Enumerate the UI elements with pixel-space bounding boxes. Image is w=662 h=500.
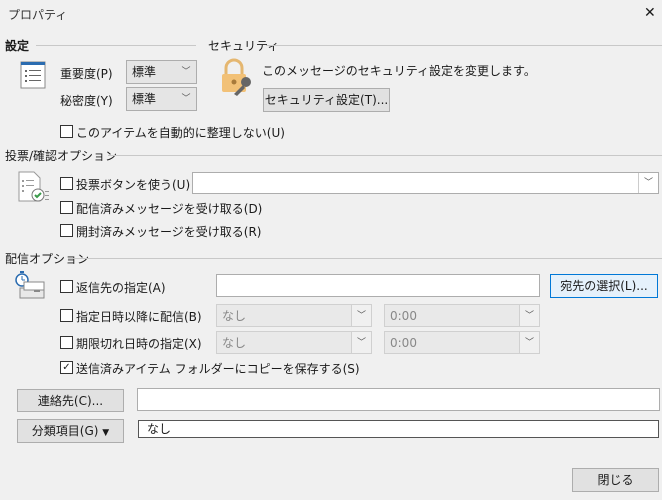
categories-input[interactable]: なし [138,420,659,438]
delivery-timer-icon [15,271,45,299]
properties-list-icon [20,61,46,89]
expire-date-select[interactable]: なし ﹀ [216,331,372,354]
expire-label: 期限切れ日時の指定(X) [76,337,202,351]
delivery-receipt-label: 配信済みメッセージを受け取る(D) [76,202,263,216]
reply-to-checkbox[interactable] [60,280,73,293]
chevron-down-icon: ﹀ [519,332,539,353]
contacts-input[interactable] [137,388,660,411]
sensitivity-label: 秘密度(Y) [60,94,113,108]
divider [36,45,196,46]
importance-label: 重要度(P) [60,67,113,81]
close-icon[interactable]: ✕ [644,5,656,21]
chevron-down-icon: ﹀ [638,173,658,193]
use-voting-checkbox[interactable] [60,177,73,190]
voting-buttons-combo[interactable]: ﹀ [192,172,659,194]
categories-button[interactable]: 分類項目(G) ▼ [17,419,124,443]
sensitivity-select[interactable]: 標準 ﹀ [126,87,197,111]
divider [266,45,662,46]
expire-time-select[interactable]: 0:00 ﹀ [384,331,540,354]
chevron-down-icon: ﹀ [181,67,191,77]
defer-time-select[interactable]: 0:00 ﹀ [384,304,540,327]
window-title: プロパティ [8,8,68,22]
defer-time-value: 0:00 [390,309,417,323]
no-autoarchive-checkbox[interactable] [60,125,73,138]
divider [108,155,662,156]
delivery-receipt-checkbox[interactable] [60,201,73,214]
contacts-button[interactable]: 連絡先(C)... [17,389,124,412]
divider [68,258,662,259]
save-copy-label: 送信済みアイテム フォルダーにコピーを保存する(S) [76,362,360,376]
voting-checklist-icon [18,171,49,202]
importance-select[interactable]: 標準 ﹀ [126,60,197,84]
expire-date-value: なし [222,336,247,350]
chevron-down-icon: ﹀ [519,305,539,326]
categories-label: 分類項目(G) [31,424,99,438]
security-settings-button[interactable]: セキュリティ設定(T)... [263,88,390,112]
lock-key-icon [222,58,251,96]
settings-heading: 設定 [5,39,30,53]
defer-delivery-label: 指定日時以降に配信(B) [76,310,202,324]
expire-time-value: 0:00 [390,336,417,350]
defer-date-value: なし [222,309,247,323]
dropdown-arrow-icon: ▼ [102,428,110,438]
security-description: このメッセージのセキュリティ設定を変更します。 [262,64,536,78]
reply-to-label: 返信先の指定(A) [76,281,166,295]
read-receipt-checkbox[interactable] [60,224,73,237]
voting-heading: 投票/確認オプション [5,149,118,163]
chevron-down-icon: ﹀ [351,332,371,353]
chevron-down-icon: ﹀ [181,94,191,104]
use-voting-label: 投票ボタンを使う(U) [76,178,191,192]
sensitivity-value: 標準 [132,92,157,106]
chevron-down-icon: ﹀ [351,305,371,326]
close-button[interactable]: 閉じる [572,468,659,492]
reply-to-input[interactable] [216,274,540,297]
defer-date-select[interactable]: なし ﹀ [216,304,372,327]
importance-value: 標準 [132,65,157,79]
expire-checkbox[interactable] [60,336,73,349]
defer-delivery-checkbox[interactable] [60,309,73,322]
read-receipt-label: 開封済みメッセージを受け取る(R) [76,225,262,239]
no-autoarchive-label: このアイテムを自動的に整理しない(U) [76,126,285,140]
select-names-button[interactable]: 宛先の選択(L)... [550,274,658,298]
save-copy-checkbox[interactable]: ✓ [60,361,73,374]
